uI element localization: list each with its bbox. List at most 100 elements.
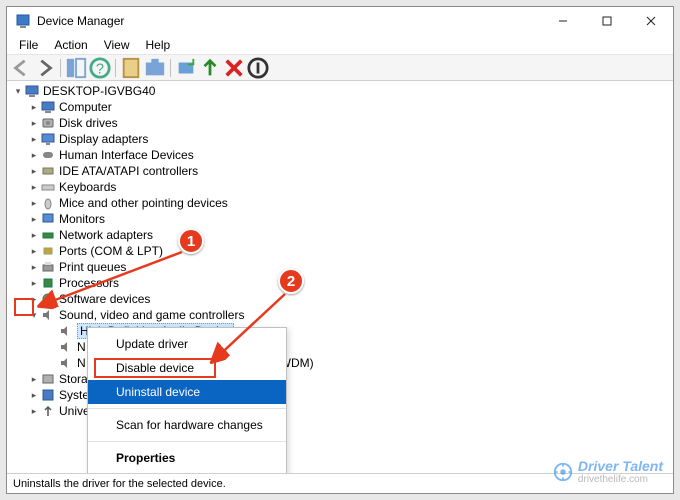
cm-update-driver[interactable]: Update driver (88, 332, 286, 356)
tree-category[interactable]: ▸ Mice and other pointing devices (11, 195, 673, 211)
device-icon (41, 148, 55, 162)
svg-text:?: ? (96, 61, 104, 77)
device-icon (41, 276, 55, 290)
refresh-button[interactable] (144, 57, 166, 79)
watermark: Driver Talent drivethelife.com (552, 458, 663, 485)
disable-button[interactable] (247, 57, 269, 79)
device-label: N (77, 356, 86, 370)
device-icon (41, 244, 55, 258)
category-label: Disk drives (59, 116, 118, 130)
back-button[interactable] (10, 57, 32, 79)
category-label: Keyboards (59, 180, 116, 194)
category-label: Ports (COM & LPT) (59, 244, 163, 258)
device-icon (41, 388, 55, 402)
minimize-button[interactable] (541, 7, 585, 35)
device-icon (41, 212, 55, 226)
device-icon (41, 404, 55, 418)
category-label: Syste (59, 388, 89, 402)
close-button[interactable] (629, 7, 673, 35)
maximize-button[interactable] (585, 7, 629, 35)
chevron-right-icon[interactable]: ▸ (27, 116, 41, 130)
chevron-right-icon[interactable]: ▸ (27, 276, 41, 290)
uninstall-button[interactable] (223, 57, 245, 79)
category-label: Computer (59, 100, 112, 114)
window-title: Device Manager (37, 14, 541, 28)
menu-file[interactable]: File (11, 36, 46, 54)
chevron-right-icon[interactable]: ▸ (27, 180, 41, 194)
tree-root[interactable]: ▾ DESKTOP-IGVBG40 (11, 83, 673, 99)
tree-category[interactable]: ▸ Human Interface Devices (11, 147, 673, 163)
chevron-right-icon[interactable]: ▸ (27, 212, 41, 226)
help-button[interactable]: ? (89, 57, 111, 79)
chevron-right-icon[interactable]: ▸ (27, 196, 41, 210)
device-manager-window: Device Manager File Action View Help ? ▾ (6, 6, 674, 494)
chevron-right-icon[interactable]: ▸ (27, 100, 41, 114)
tree-category[interactable]: ▸Display adapters (11, 131, 673, 147)
cm-scan-hardware[interactable]: Scan for hardware changes (88, 413, 286, 437)
sound-icon (59, 356, 73, 370)
category-label: Unive (59, 404, 90, 418)
tree-category[interactable]: ▸ Computer (11, 99, 673, 115)
cm-properties[interactable]: Properties (88, 446, 286, 470)
chevron-down-icon[interactable]: ▾ (27, 308, 41, 322)
tree-category[interactable]: ▸ Monitors (11, 211, 673, 227)
chevron-right-icon[interactable]: ▸ (27, 404, 41, 418)
device-icon (41, 372, 55, 386)
scan-button[interactable] (175, 57, 197, 79)
tree-category[interactable]: ▸Network adapters (11, 227, 673, 243)
chevron-right-icon[interactable]: ▸ (27, 228, 41, 242)
cm-uninstall-device[interactable]: Uninstall device (88, 380, 286, 404)
title-bar: Device Manager (7, 7, 673, 35)
category-label: Print queues (59, 260, 126, 274)
status-text: Uninstalls the driver for the selected d… (13, 478, 226, 490)
device-icon (41, 116, 55, 130)
update-driver-button[interactable] (199, 57, 221, 79)
chevron-right-icon[interactable]: ▸ (27, 260, 41, 274)
sound-icon (59, 340, 73, 354)
device-icon (41, 260, 55, 274)
sound-icon (59, 324, 73, 338)
chevron-right-icon[interactable]: ▸ (27, 372, 41, 386)
menu-bar: File Action View Help (7, 35, 673, 55)
device-tree[interactable]: ▾ DESKTOP-IGVBG40 ▸Computer▸Disk drives▸… (7, 81, 673, 473)
computer-icon (25, 84, 39, 98)
watermark-brand: Driver Talent (578, 458, 663, 474)
chevron-right-icon[interactable]: ▸ (27, 148, 41, 162)
device-icon (41, 196, 55, 210)
chevron-down-icon[interactable]: ▾ (11, 84, 25, 98)
menu-action[interactable]: Action (46, 36, 95, 54)
chevron-right-icon[interactable]: ▸ (27, 132, 41, 146)
tree-category[interactable]: ▸ Keyboards (11, 179, 673, 195)
chevron-right-icon[interactable]: ▸ (27, 244, 41, 258)
category-label: Human Interface Devices (59, 148, 194, 162)
chevron-right-icon[interactable]: ▸ (27, 164, 41, 178)
app-icon (15, 13, 31, 29)
show-hide-tree-button[interactable] (65, 57, 87, 79)
tree-category[interactable]: ▸ Print queues (11, 259, 673, 275)
device-icon (41, 132, 55, 146)
tree-category-sound[interactable]: ▾ Sound, video and game controllers (11, 307, 673, 323)
tree-category[interactable]: ▸Software devices (11, 291, 673, 307)
device-icon (41, 228, 55, 242)
tree-category[interactable]: ▸ Ports (COM & LPT) (11, 243, 673, 259)
forward-button[interactable] (34, 57, 56, 79)
category-label: Monitors (59, 212, 105, 226)
properties-button[interactable] (120, 57, 142, 79)
category-label: Mice and other pointing devices (59, 196, 228, 210)
toolbar-separator (170, 59, 171, 77)
menu-help[interactable]: Help (138, 36, 179, 54)
chevron-right-icon[interactable]: ▸ (27, 292, 41, 306)
cm-separator (88, 408, 286, 409)
device-icon (41, 164, 55, 178)
tree-category[interactable]: ▸ Disk drives (11, 115, 673, 131)
device-icon (41, 180, 55, 194)
tree-category[interactable]: ▸IDE ATA/ATAPI controllers (11, 163, 673, 179)
sound-icon (41, 308, 55, 322)
tree-category[interactable]: ▸Processors (11, 275, 673, 291)
device-label: N (77, 340, 86, 354)
menu-view[interactable]: View (96, 36, 138, 54)
chevron-right-icon[interactable]: ▸ (27, 388, 41, 402)
category-label: Stora (59, 372, 88, 386)
watermark-site: drivethelife.com (578, 474, 663, 485)
cm-disable-device[interactable]: Disable device (88, 356, 286, 380)
